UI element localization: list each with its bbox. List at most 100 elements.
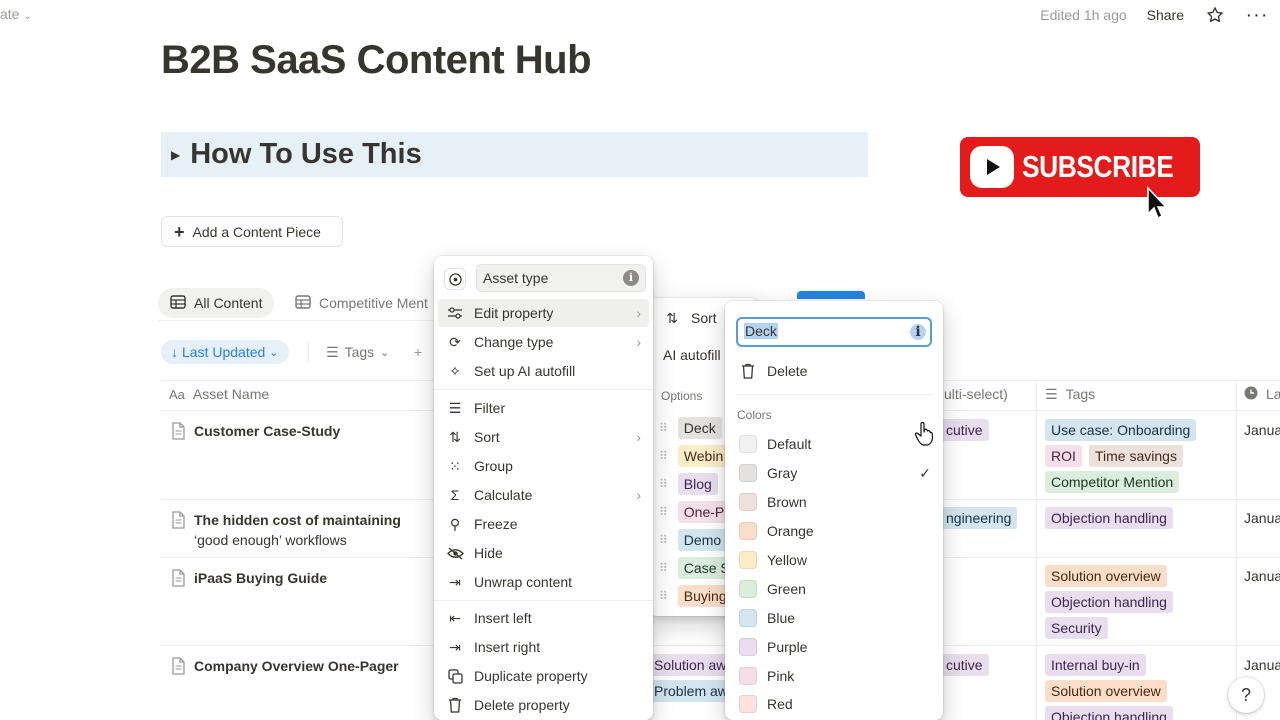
- menu-item-insert-left[interactable]: ⇤ Insert left: [438, 604, 649, 632]
- add-content-piece-button[interactable]: + Add a Content Piece: [161, 216, 343, 247]
- row-title-line: The hidden cost of maintaining: [194, 512, 401, 528]
- color-option-default[interactable]: Default: [731, 430, 939, 458]
- tag: Objection handling: [1045, 706, 1173, 720]
- column-header-last-updated[interactable]: La: [1244, 382, 1280, 406]
- color-option-brown[interactable]: Brown: [731, 488, 939, 516]
- menu-item-sort[interactable]: ⇅ Sort ›: [438, 423, 649, 451]
- menu-item-unwrap[interactable]: ⇥ Unwrap content: [438, 568, 649, 596]
- drag-handle-icon[interactable]: ⠿: [659, 477, 668, 491]
- ai-autofill-label: AI autofill: [663, 347, 721, 363]
- delete-label: Delete: [767, 363, 808, 379]
- refresh-icon: ⟳: [449, 333, 461, 350]
- menu-item-group[interactable]: ⁙ Group: [438, 452, 649, 480]
- new-button[interactable]: [797, 291, 865, 299]
- menu-item-change-type[interactable]: ⟳ Change type ›: [438, 328, 649, 356]
- color-option-pink[interactable]: Pink: [731, 662, 939, 690]
- help-button[interactable]: ?: [1228, 677, 1264, 713]
- menu-item-calculate[interactable]: Σ Calculate ›: [438, 481, 649, 509]
- option-row[interactable]: ⠿ Buying: [659, 585, 733, 607]
- menu-item-freeze[interactable]: ⚲ Freeze: [438, 510, 649, 538]
- color-label: Red: [767, 696, 793, 712]
- drag-handle-icon[interactable]: ⠿: [659, 449, 668, 463]
- menu-item-hide[interactable]: Hide: [438, 539, 649, 567]
- menu-item-ai-autofill[interactable]: ✧ Set up AI autofill: [438, 357, 649, 385]
- option-row-deck[interactable]: ⠿ Deck: [659, 417, 722, 439]
- row-title-text: The hidden cost of maintaining ‘good eno…: [194, 510, 401, 550]
- sort-chip-last-updated[interactable]: ↓ Last Updated ⌄: [161, 340, 289, 364]
- unwrap-icon: ⇥: [449, 573, 461, 590]
- add-button-label: Add a Content Piece: [192, 223, 321, 240]
- drag-handle-icon[interactable]: ⠿: [659, 505, 668, 519]
- date-cell: Janua: [1244, 422, 1280, 438]
- option-edit-menu: Deck i Delete Colors Default Gray ✓ Brow…: [725, 301, 943, 720]
- toggle-triangle-icon[interactable]: ▶: [171, 148, 180, 162]
- property-name-input[interactable]: [476, 264, 646, 292]
- color-option-red[interactable]: Red: [731, 690, 939, 718]
- drag-handle-icon[interactable]: ⠿: [659, 589, 668, 603]
- info-icon[interactable]: i: [623, 270, 639, 286]
- breadcrumb-text: ate: [0, 6, 20, 22]
- drag-handle-icon[interactable]: ⠿: [659, 421, 668, 435]
- option-name-input[interactable]: Deck i: [736, 317, 932, 347]
- date-cell: Janua: [1244, 510, 1280, 526]
- color-option-purple[interactable]: Purple: [731, 633, 939, 661]
- color-label: Purple: [767, 639, 808, 655]
- color-option-yellow[interactable]: Yellow: [731, 546, 939, 574]
- plus-icon: +: [174, 221, 185, 242]
- color-option-green[interactable]: Green: [731, 575, 939, 603]
- tab-competitive[interactable]: Competitive Ment: [283, 288, 440, 318]
- filter-chip-tags[interactable]: ☰ Tags ⌄: [326, 340, 389, 364]
- menu-item-label: Delete property: [474, 697, 570, 713]
- duplicate-icon: [446, 667, 464, 685]
- table-row-title[interactable]: iPaaS Buying Guide: [170, 568, 327, 592]
- menu-separator: [735, 394, 933, 395]
- color-option-orange[interactable]: Orange: [731, 517, 939, 545]
- delete-option-button[interactable]: Delete: [731, 357, 939, 385]
- toggle-heading[interactable]: ▶ How To Use This: [161, 132, 868, 177]
- option-row[interactable]: ⠿ Blog: [659, 473, 718, 495]
- menu-item-edit-property[interactable]: Edit property ›: [438, 299, 649, 327]
- column-header-tags[interactable]: ☰ Tags: [1045, 382, 1095, 406]
- menu-item-label: Change type: [474, 334, 554, 350]
- color-swatch: [739, 551, 757, 569]
- option-row[interactable]: ⠿ Demo: [659, 529, 728, 551]
- text-property-icon: Aa: [169, 386, 185, 402]
- option-row[interactable]: ⠿ Webin: [659, 445, 730, 467]
- color-option-gray[interactable]: Gray ✓: [731, 459, 939, 487]
- column-header-asset-name[interactable]: Aa Asset Name: [169, 382, 269, 406]
- table-row-title[interactable]: Customer Case-Study: [170, 421, 340, 445]
- cursor-arrow-icon: [1147, 186, 1168, 220]
- color-option-blue[interactable]: Blue: [731, 604, 939, 632]
- share-button[interactable]: Share: [1147, 7, 1184, 23]
- menu-item-duplicate[interactable]: Duplicate property: [438, 662, 649, 690]
- drag-handle-icon[interactable]: ⠿: [659, 533, 668, 547]
- table-row-title[interactable]: The hidden cost of maintaining ‘good eno…: [170, 510, 401, 550]
- sort-chip-label: Last Updated: [182, 344, 266, 360]
- star-icon[interactable]: [1204, 4, 1226, 26]
- sliders-icon: [446, 304, 464, 322]
- menu-item-label: Insert left: [474, 610, 532, 626]
- table-row-title[interactable]: Company Overview One-Pager: [170, 656, 399, 680]
- menu-item-label: Sort: [474, 429, 500, 445]
- column-header-multi-select[interactable]: ulti-select): [944, 382, 1008, 406]
- menu-item-insert-right[interactable]: ⇥ Insert right: [438, 633, 649, 661]
- property-type-icon-button[interactable]: [444, 268, 466, 290]
- more-icon[interactable]: ···: [1246, 4, 1268, 26]
- column-header-label: ulti-select): [944, 386, 1008, 402]
- page-icon: [170, 422, 186, 445]
- info-icon[interactable]: i: [910, 324, 926, 340]
- tab-all-content[interactable]: All Content: [158, 288, 275, 318]
- page-icon: [170, 657, 186, 680]
- option-tag: Webin: [677, 445, 730, 467]
- drag-handle-icon[interactable]: ⠿: [659, 561, 668, 575]
- add-filter-button[interactable]: +: [414, 340, 422, 364]
- menu-item-label: Duplicate property: [474, 668, 588, 684]
- sort-icon: ⇅: [666, 309, 678, 326]
- menu-item-label: Hide: [474, 545, 503, 561]
- color-swatch: [739, 435, 757, 453]
- option-row[interactable]: ⠿ One-P: [659, 501, 731, 523]
- breadcrumb[interactable]: ate ⌄: [0, 6, 32, 22]
- tag: Time savings: [1089, 445, 1183, 467]
- menu-item-delete-property[interactable]: Delete property: [438, 691, 649, 719]
- menu-item-filter[interactable]: ☰ Filter: [438, 394, 649, 422]
